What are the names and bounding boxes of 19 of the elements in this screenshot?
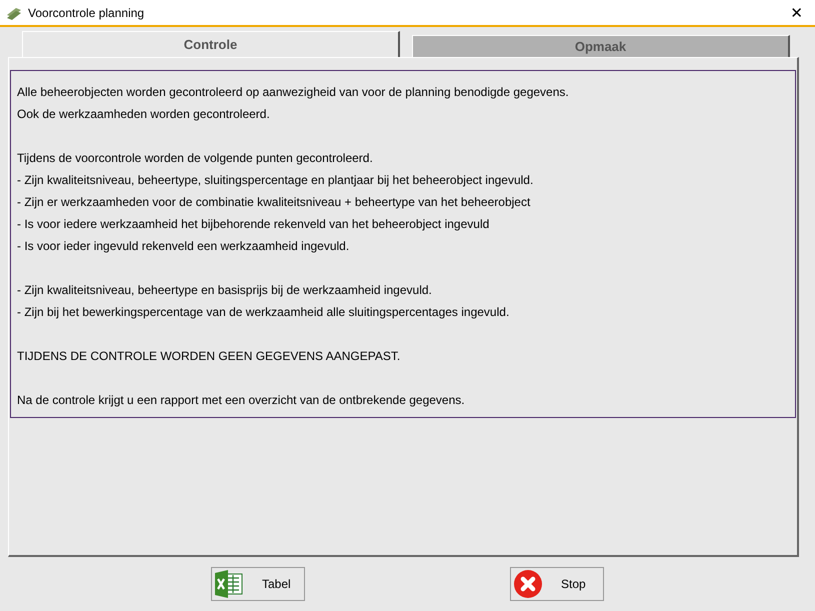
info-text: - Zijn kwaliteitsniveau, beheertype en basisprijs bij de werkzaamheid ingevuld. (17, 282, 433, 299)
window-title: Voorcontrole planning (28, 6, 146, 20)
app-icon (6, 6, 22, 20)
close-button[interactable]: ✕ (784, 4, 809, 22)
info-text: - Is voor ieder ingevuld rekenveld een werkzaamheid ingevuld. (17, 238, 350, 255)
stop-button[interactable]: Stop (510, 567, 604, 601)
info-text: Na de controle krijgt u een rapport met een overzicht van de ontbrekende gegevens. (17, 392, 466, 409)
info-text: - Is voor iedere werkzaamheid het bijbehorende rekenveld van het beheerobject ingevuld (17, 216, 490, 233)
spreadsheet-icon (214, 569, 244, 599)
info-text: - Zijn kwaliteitsniveau, beheertype, sluitingspercentage en plantjaar bij het beheerobject ingevuld. (17, 172, 534, 189)
tab[interactable]: Controle (22, 31, 400, 57)
info-text: Ook de werkzaamheden worden gecontroleerd. (17, 106, 271, 123)
info-text: - Zijn er werkzaamheden voor de combinatie kwaliteitsniveau + beheertype van het beheerobject (17, 194, 532, 211)
table-button[interactable]: Tabel (211, 567, 305, 601)
info-text: Tijdens de voorcontrole worden de volgende punten gecontroleerd. (17, 150, 374, 167)
info-text: Alle beheerobjecten worden gecontroleerd op aanwezigheid van voor de planning benodigde gegevens. (17, 84, 570, 101)
stop-icon (513, 569, 543, 599)
info-text: - Zijn bij het bewerkingspercentage van de werkzaamheid alle sluitingspercentages ingevuld. (17, 304, 510, 321)
info-text: TIJDENS DE CONTROLE WORDEN GEEN GEGEVENS AANGEPAST. (17, 348, 402, 365)
